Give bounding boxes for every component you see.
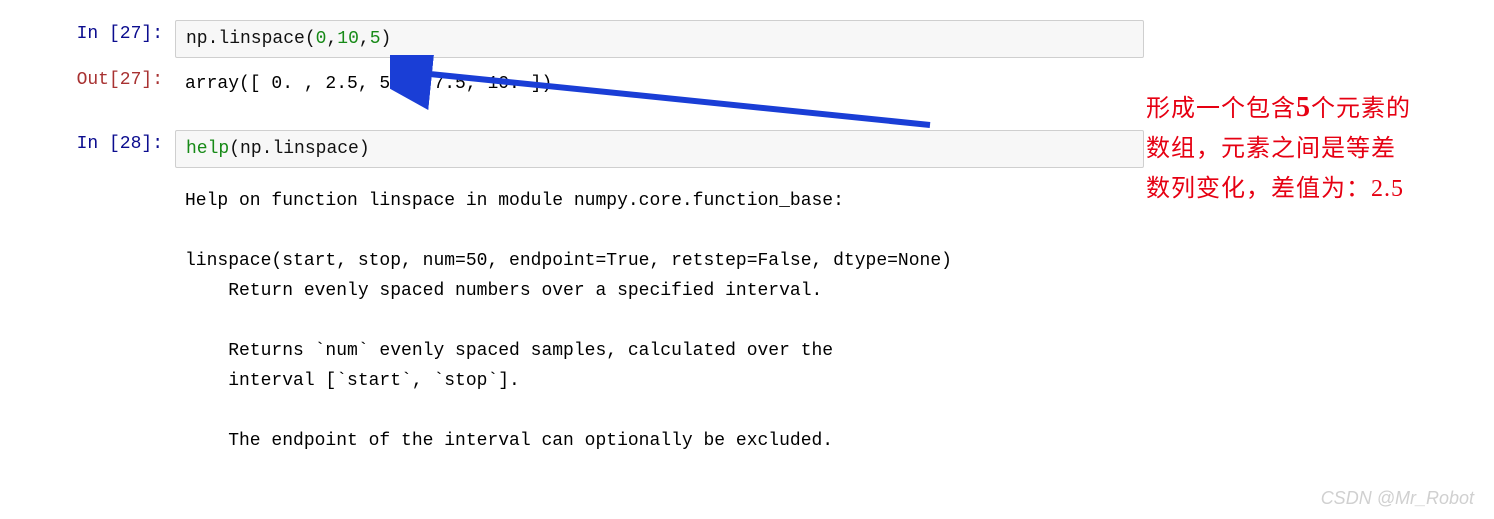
input-prompt-27: In [27]: [0, 20, 175, 48]
code-token: , [359, 29, 370, 49]
input-cell-27: In [27]: np.linspace(0,10,5) [0, 20, 1494, 58]
code-token: ) [359, 139, 370, 159]
code-token: ( [305, 29, 316, 49]
annotation-span: 5 [1296, 92, 1311, 123]
code-token: np. [186, 29, 218, 49]
input-prompt-28: In [28]: [0, 130, 175, 158]
code-token: linspace [272, 139, 358, 159]
code-token: linspace [218, 29, 304, 49]
annotation-span: 个元素的 [1311, 96, 1411, 122]
code-token: 10 [337, 29, 359, 49]
code-token: ( [229, 139, 240, 159]
help-output-text: Help on function linspace in module nump… [175, 176, 1494, 466]
watermark-text: CSDN @Mr_Robot [1321, 488, 1474, 509]
code-token: , [326, 29, 337, 49]
code-input-28[interactable]: help(np.linspace) [175, 130, 1144, 168]
annotation-span: 形成一个包含 [1146, 96, 1296, 122]
code-token: 5 [370, 29, 381, 49]
annotation-line-1: 形成一个包含5个元素的 [1146, 88, 1466, 129]
code-token: np. [240, 139, 272, 159]
code-token: ) [381, 29, 392, 49]
annotation-text: 形成一个包含5个元素的 数组，元素之间是等差 数列变化，差值为：2.5 [1146, 88, 1466, 209]
code-token: 0 [316, 29, 327, 49]
code-input-27[interactable]: np.linspace(0,10,5) [175, 20, 1144, 58]
code-token: help [186, 139, 229, 159]
output-prompt-27: Out[27]: [0, 66, 175, 94]
annotation-line-2: 数组，元素之间是等差 [1146, 129, 1466, 169]
annotation-line-3: 数列变化，差值为：2.5 [1146, 169, 1466, 209]
